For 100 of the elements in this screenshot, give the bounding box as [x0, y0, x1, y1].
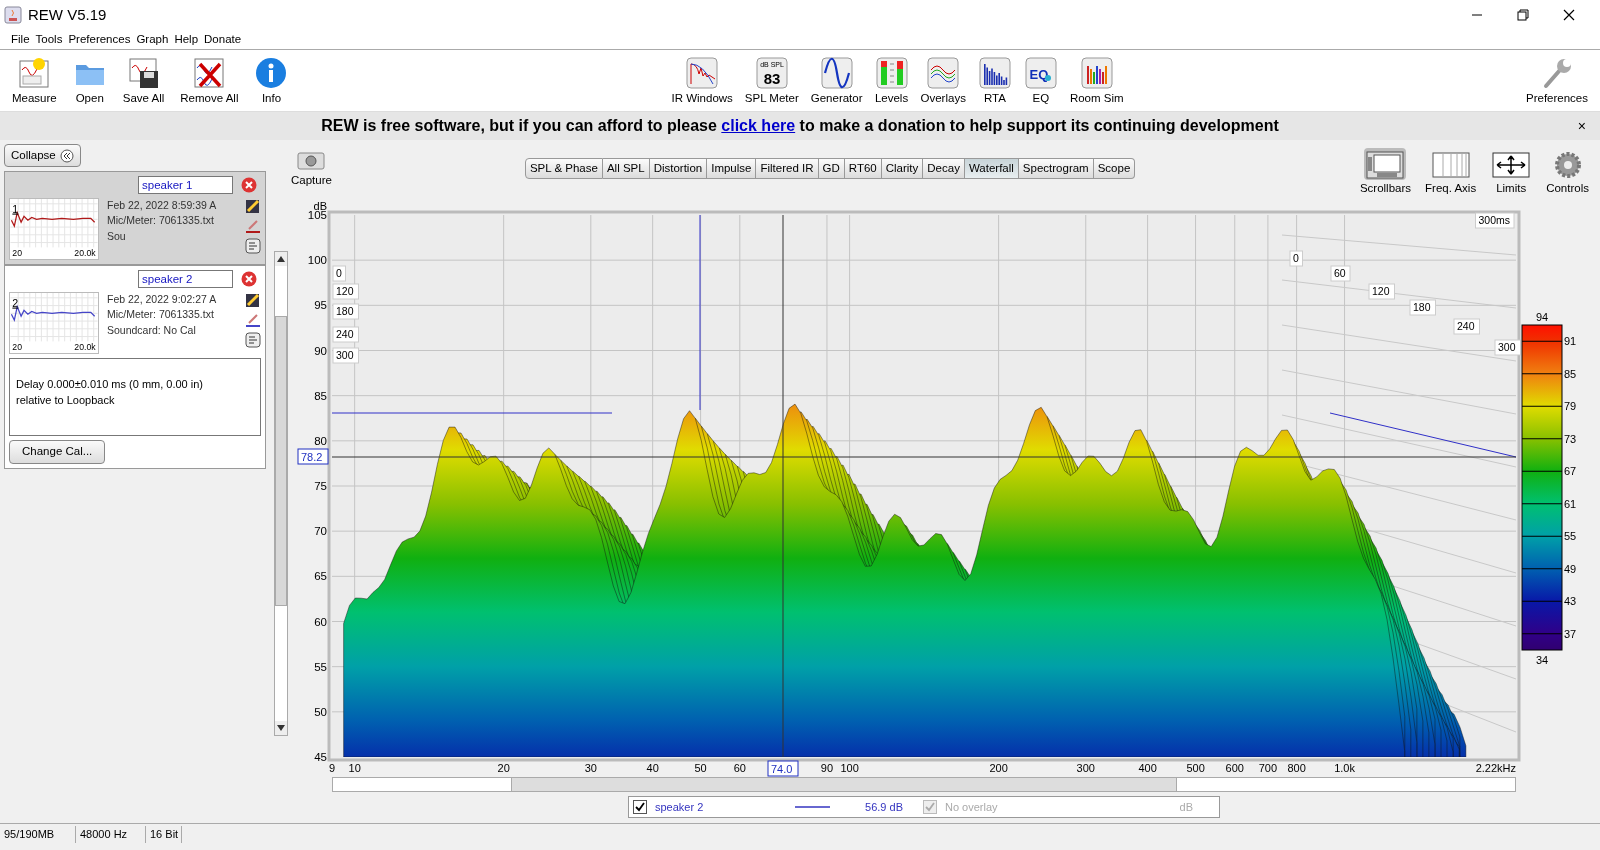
notes-icon[interactable] — [245, 332, 261, 349]
menu-item[interactable]: File — [8, 30, 33, 49]
time-label: 0 — [332, 265, 346, 282]
graph-tab[interactable]: Decay — [923, 158, 965, 179]
measurement-card[interactable]: speaker 1 1 20 20.0k Feb 22, 2022 8:59:39 A Mic/Meter: 7061335.txt Sou — [4, 171, 266, 266]
graph-tool-button[interactable]: Freq. Axis — [1422, 148, 1480, 198]
y-axis-label: 65 — [314, 570, 327, 583]
x-axis-label: 500 — [1186, 762, 1205, 774]
toolbar-button[interactable]: Open — [68, 53, 111, 108]
graph-tab[interactable]: Distortion — [649, 158, 708, 179]
notes-icon[interactable] — [245, 238, 261, 255]
notes-text: Delay 0.000±0.010 ms (0 mm, 0.00 in) relative to Loopback — [9, 358, 261, 437]
change-cal-button[interactable]: Change Cal... — [9, 440, 106, 464]
x-axis-label: 50 — [694, 762, 707, 774]
status-text: 95/190MB — [0, 826, 76, 843]
x-axis-label: 30 — [584, 762, 597, 774]
floppy-disk-icon — [126, 55, 161, 90]
menu-item[interactable]: Graph — [133, 30, 172, 49]
donation-message: REW is free software, but if you can afford to please click here to make a donation to help support its continuing development — [321, 116, 1279, 136]
graph-tab[interactable]: Spectrogram — [1018, 158, 1094, 179]
y-axis-label: 70 — [314, 525, 327, 538]
time-label: 180 — [1409, 299, 1436, 316]
scale-label: 85 — [1564, 367, 1577, 380]
close-button[interactable]: × — [1571, 114, 1592, 138]
menu-item[interactable]: Help — [171, 30, 202, 49]
graph-tab[interactable]: RT60 — [844, 158, 882, 179]
response-thumbnail[interactable]: 2 20 20.0k — [9, 292, 99, 355]
edit-icon[interactable] — [245, 292, 261, 309]
legend-value: 56.9 dB — [865, 799, 903, 815]
capture-button[interactable]: Capture — [288, 148, 335, 190]
impulse-icon — [685, 55, 720, 90]
status-text: 48000 Hz — [76, 826, 146, 843]
time-range-label: 300ms — [1475, 212, 1515, 229]
pen-icon[interactable] — [245, 218, 261, 235]
graph-tab[interactable]: SPL & Phase — [524, 158, 603, 179]
scroll-down-icon[interactable] — [277, 725, 285, 732]
y-axis-label: 100 — [307, 254, 327, 267]
toolbar-button[interactable]: Room Sim — [1065, 53, 1128, 108]
graph-tab[interactable]: All SPL — [602, 158, 650, 179]
x-axis-label: 1.0k — [1334, 762, 1355, 774]
scroll-thumb[interactable] — [275, 316, 287, 607]
graph-tab[interactable]: Clarity — [881, 158, 924, 179]
toolbar-button[interactable]: Overlays — [916, 53, 970, 108]
toolbar-button[interactable]: Info — [250, 53, 293, 108]
sine-wave-icon — [819, 55, 854, 90]
time-label: 240 — [332, 326, 359, 343]
menu-item[interactable]: Donate — [201, 30, 245, 49]
graph-tab[interactable]: Filtered IR — [756, 158, 819, 179]
graph-tab[interactable]: Scope — [1093, 158, 1136, 179]
scroll-thumb[interactable] — [511, 778, 1177, 791]
toolbar-button[interactable]: EQ EQ — [1019, 53, 1062, 108]
measurement-date: Feb 22, 2022 8:59:39 A — [107, 198, 218, 214]
graph-tool-button[interactable]: Limits — [1487, 148, 1536, 198]
scroll-up-icon[interactable] — [277, 256, 285, 263]
edit-icon[interactable] — [245, 198, 261, 215]
toolbar-button[interactable]: IR Windows — [667, 53, 737, 108]
graph-tab[interactable]: GD — [818, 158, 845, 179]
response-thumbnail[interactable]: 1 20 20.0k — [9, 198, 99, 261]
meter-sun-icon — [17, 55, 52, 90]
name-field[interactable]: speaker 1 — [138, 176, 233, 195]
eq-icon: EQ — [1023, 55, 1058, 90]
close-icon[interactable] — [1561, 7, 1577, 23]
graph-tab[interactable]: Waterfall — [964, 158, 1019, 179]
delete-icon[interactable] — [241, 177, 257, 194]
graph-tool-button[interactable]: Controls — [1543, 148, 1592, 198]
pen-icon[interactable] — [245, 312, 261, 329]
toolbar-button[interactable]: Generator — [806, 53, 867, 108]
horizontal-scrollbar[interactable] — [332, 777, 1516, 792]
axis-label: 20 — [12, 248, 23, 259]
time-label: 240 — [1453, 318, 1480, 335]
menu-item[interactable]: Tools — [32, 30, 66, 49]
legend-checkbox[interactable] — [633, 800, 647, 814]
toolbar-button[interactable]: Levels — [870, 53, 913, 108]
toolbar-button[interactable]: Measure — [8, 53, 61, 108]
x-axis-label: 100 — [840, 762, 859, 774]
x-axis-label: 60 — [733, 762, 746, 774]
x-axis-label: 2.22kHz — [1475, 762, 1516, 774]
collapse-button[interactable]: Collapse — [4, 144, 81, 168]
graph-tool-button[interactable]: Scrollbars — [1356, 148, 1415, 198]
toolbar-button[interactable]: Remove All — [176, 53, 243, 108]
axis-label: 20 — [12, 342, 23, 353]
y-axis-label: 50 — [314, 705, 327, 718]
toolbar-button[interactable]: RTA — [973, 53, 1016, 108]
donate-link[interactable]: click here — [721, 117, 796, 134]
measurement-card[interactable]: speaker 2 2 20 20.0k Feb 22, 2022 9:02:27 A Mic/Meter: 7061335.txt Soundcard: No Cal Delay 0.000±0.010 ms (0 mm, 0.00 in) relative to Loopback Change Cal... — [4, 265, 266, 469]
time-label: 300 — [332, 347, 359, 364]
mic-file: Mic/Meter: 7061335.txt — [107, 307, 215, 323]
scale-label: 67 — [1564, 465, 1577, 478]
toolbar-button[interactable]: Preferences — [1522, 53, 1592, 108]
toolbar-button[interactable]: Save All — [118, 53, 169, 108]
x-axis-label: 20 — [497, 762, 510, 774]
name-field[interactable]: speaker 2 — [138, 270, 233, 289]
axis-label: 20.0k — [74, 248, 96, 259]
menu-item[interactable]: Preferences — [65, 30, 134, 49]
scale-label: 61 — [1564, 497, 1577, 510]
scale-label: 91 — [1564, 335, 1577, 348]
restore-icon[interactable] — [1515, 7, 1531, 23]
y-axis-label: 80 — [314, 434, 327, 447]
delete-icon[interactable] — [241, 271, 257, 288]
graph-tab[interactable]: Impulse — [707, 158, 757, 179]
